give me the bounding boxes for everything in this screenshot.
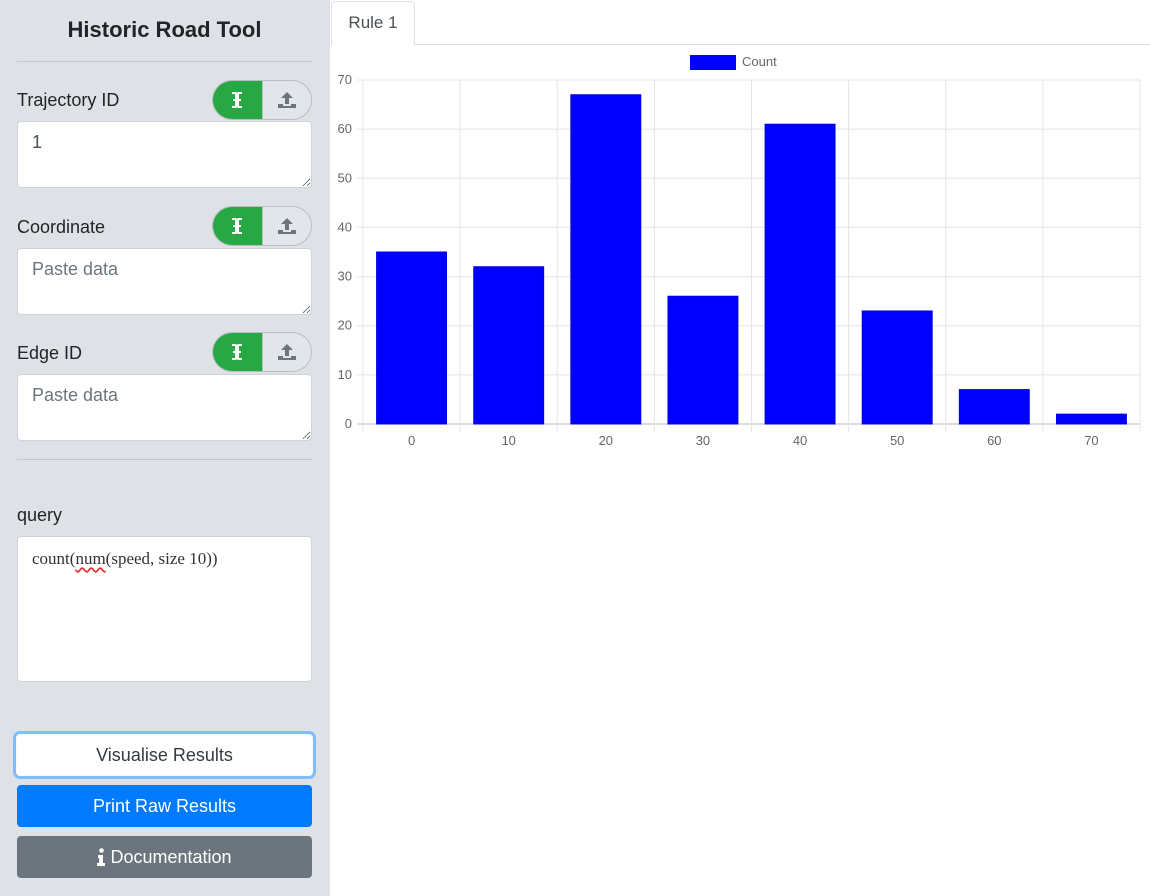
- chart-legend: Count: [690, 54, 777, 70]
- edge-id-input-mode: [212, 332, 312, 372]
- upload-icon: [277, 344, 296, 360]
- trajectory-id-input-mode: [212, 80, 312, 120]
- coordinate-upload-button[interactable]: [261, 207, 311, 245]
- tab-bar: Rule 1: [330, 0, 1150, 45]
- x-tick-label: 50: [890, 433, 904, 448]
- edge-id-label: Edge ID: [17, 343, 83, 363]
- y-tick-label: 70: [338, 72, 352, 87]
- y-tick-label: 50: [338, 170, 352, 185]
- edge-id-text-mode-button[interactable]: [213, 333, 262, 371]
- upload-icon: [277, 218, 296, 234]
- x-tick-label: 20: [599, 433, 613, 448]
- y-tick-label: 30: [338, 269, 352, 284]
- visualise-results-label: Visualise Results: [96, 744, 233, 765]
- sidebar: Historic Road Tool Trajectory ID Coordin…: [0, 0, 330, 896]
- query-text-rest: (speed, size 10)): [105, 549, 218, 568]
- edge-id-upload-button[interactable]: [261, 333, 311, 371]
- bar: [958, 389, 1030, 425]
- y-tick-label: 10: [338, 367, 352, 382]
- app-title: Historic Road Tool: [67, 17, 262, 42]
- query-input[interactable]: count(num(speed, size 10)): [17, 536, 312, 682]
- y-tick-label: 40: [338, 219, 352, 234]
- y-tick-label: 20: [338, 318, 352, 333]
- legend-label: Count: [742, 54, 777, 69]
- upload-icon: [277, 92, 296, 108]
- bar: [861, 310, 933, 425]
- divider: [17, 459, 312, 460]
- coordinate-input[interactable]: [17, 248, 312, 315]
- trajectory-id-input[interactable]: [17, 121, 312, 188]
- coordinate-input-mode: [212, 206, 312, 246]
- query-label: query: [17, 505, 63, 525]
- bar: [1055, 413, 1127, 425]
- print-raw-results-label: Print Raw Results: [92, 795, 237, 816]
- edge-id-input[interactable]: [17, 374, 312, 441]
- documentation-button[interactable]: Documentation: [17, 836, 312, 878]
- y-tick-label: 60: [338, 121, 352, 136]
- legend-swatch: [690, 55, 736, 70]
- tab-rule-1[interactable]: Rule 1: [331, 1, 415, 45]
- text-cursor-icon: [232, 92, 243, 108]
- trajectory-id-text-mode-button[interactable]: [213, 81, 262, 119]
- trajectory-id-label: Trajectory ID: [17, 90, 120, 110]
- tab-label: Rule 1: [348, 13, 398, 32]
- x-tick-label: 0: [408, 433, 415, 448]
- y-tick-label: 0: [345, 416, 352, 431]
- text-cursor-icon: [232, 344, 243, 360]
- bar: [376, 251, 448, 425]
- info-icon: [97, 848, 106, 866]
- x-tick-label: 30: [696, 433, 710, 448]
- documentation-label: Documentation: [110, 846, 232, 867]
- trajectory-id-upload-button[interactable]: [261, 81, 311, 119]
- query-misspelled-word: num: [75, 549, 106, 568]
- print-raw-results-button[interactable]: Print Raw Results: [17, 785, 312, 827]
- coordinate-text-mode-button[interactable]: [213, 207, 262, 245]
- divider: [17, 61, 312, 62]
- coordinate-label: Coordinate: [17, 217, 106, 237]
- bar: [570, 94, 642, 425]
- bar-chart: 0 10 20 30 40 50 60 70 0 10 20 30 40 50 60 70 Count: [338, 54, 1141, 448]
- x-tick-label: 60: [987, 433, 1001, 448]
- visualise-results-button[interactable]: Visualise Results: [16, 734, 313, 776]
- x-tick-label: 70: [1084, 433, 1098, 448]
- text-cursor-icon: [232, 218, 243, 234]
- x-tick-label: 40: [793, 433, 807, 448]
- query-text: count(: [32, 549, 76, 568]
- x-tick-label: 10: [501, 433, 515, 448]
- bar: [473, 266, 545, 425]
- bar: [764, 123, 836, 425]
- bar: [667, 295, 739, 425]
